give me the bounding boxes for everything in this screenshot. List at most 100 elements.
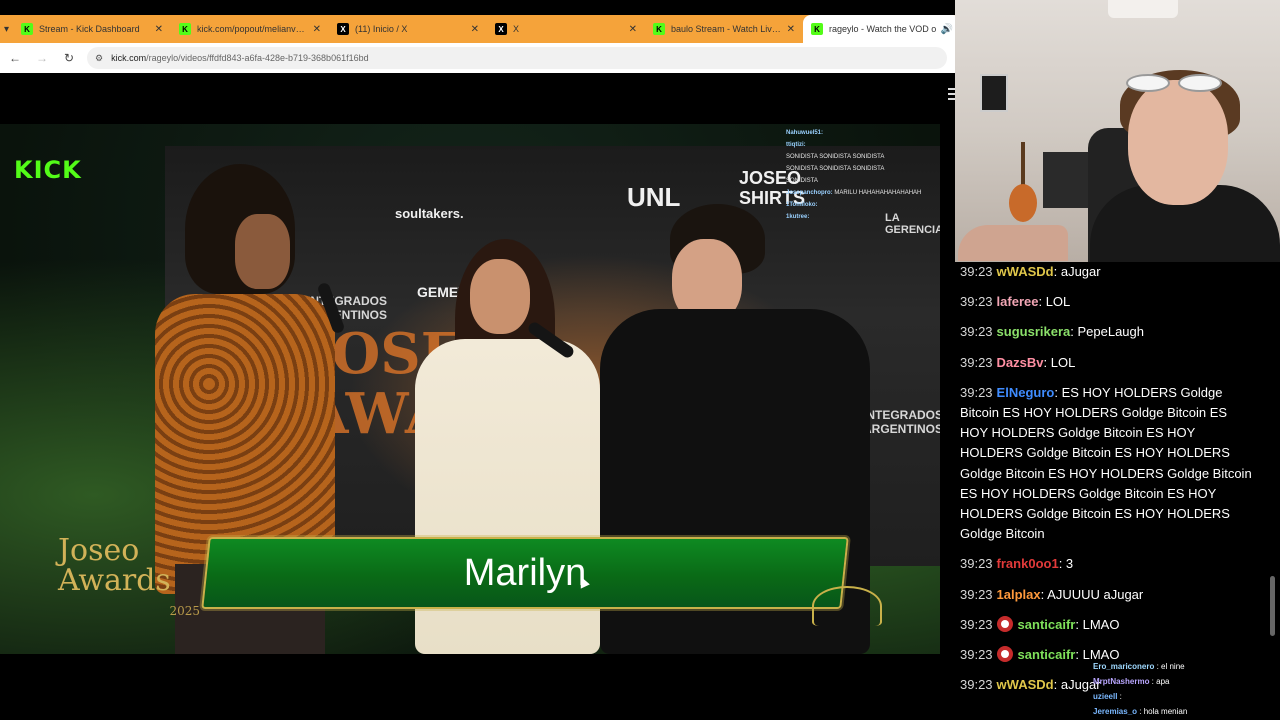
- tab-close-icon[interactable]: ✕: [787, 24, 795, 35]
- sponsor-soultakers: soultakers.: [395, 206, 464, 221]
- video-chat-line: 1Tomiloko:: [786, 199, 926, 211]
- chat-text: 3: [1065, 556, 1074, 572]
- mini-chat-line: Ero_mariconero : el nine: [1093, 662, 1185, 671]
- video-chat-line: SONIDISTA: [786, 175, 926, 187]
- chat-username[interactable]: frank0oo1: [997, 556, 1059, 571]
- joseo-awards-logo: Joseo Awards 2025: [58, 533, 200, 619]
- webcam-guitar: [1007, 142, 1039, 222]
- reload-icon[interactable]: ↻: [57, 46, 81, 70]
- tab-close-icon[interactable]: ✕: [471, 24, 479, 35]
- chat-message: 39:23 laferee: LOL: [960, 294, 1071, 310]
- forward-arrow-icon[interactable]: →: [30, 46, 54, 70]
- back-arrow-icon[interactable]: ←: [3, 46, 27, 70]
- chat-message: 39:23 frank0oo1: 3: [960, 556, 1074, 572]
- sunglasses-icon: [1126, 74, 1226, 92]
- hamburger-menu-icon[interactable]: [948, 88, 955, 102]
- video-chat-line: Nahuwuel51:: [786, 127, 926, 139]
- sponsor-integrados-2: INTEGRADOS ARGENTINOS: [863, 408, 940, 436]
- chat-text: LMAO: [1082, 616, 1120, 632]
- webcam-ceiling-lamp: [1108, 0, 1178, 18]
- address-bar[interactable]: ⚙ kick.com/rageylo/videos/ffdfd843-a6fa-…: [87, 47, 947, 69]
- tab-audio-icon[interactable]: 🔊: [941, 24, 953, 35]
- browser-tab-title: (11) Inicio / X: [355, 24, 408, 34]
- video-chat-user: Josepanchopro:: [786, 190, 833, 196]
- kick-favicon-icon: K: [21, 23, 34, 35]
- chat-message-list: 39:23 wWASDd: aJugar 39:23 laferee: LOL 39:2…: [960, 262, 1255, 705]
- mini-chat-overlay: Ero_mariconero : el nine MrptNashermo : a…: [1093, 659, 1273, 719]
- mini-chat-line: uzieell :: [1093, 692, 1122, 701]
- video-chat-user: 1kutree:: [786, 214, 810, 220]
- gold-ornament-icon: [812, 586, 882, 626]
- browser-tab[interactable]: Kkick.com/popout/melianvalen/c ✕: [171, 15, 329, 43]
- browser-tab[interactable]: K Stream - Kick Dashboard ✕: [13, 15, 171, 43]
- mini-chat-text: hola menian: [1143, 707, 1188, 716]
- browser-tab[interactable]: X X ✕: [487, 15, 645, 43]
- url-path: /rageylo/videos/ffdfd843-a6fa-428e-b719-…: [146, 53, 369, 63]
- chat-timestamp: 39:23: [960, 384, 993, 400]
- chat-username[interactable]: laferee: [997, 294, 1039, 309]
- kick-favicon-icon: K: [653, 23, 666, 35]
- chat-username[interactable]: santicaifr: [1018, 647, 1076, 662]
- chat-message: 39:23 sugusrikera: PepeLaugh: [960, 324, 1144, 340]
- chat-text: LOL: [1045, 294, 1071, 310]
- chat-timestamp: 39:23: [960, 586, 993, 602]
- browser-tab[interactable]: Kbaulo Stream - Watch Live on K ✕: [645, 15, 803, 43]
- mini-chat-text: apa: [1156, 677, 1170, 686]
- x-favicon-icon: X: [337, 23, 350, 35]
- tabs-container: K Stream - Kick Dashboard ✕ Kkick.com/popou…: [13, 15, 962, 43]
- browser-tab[interactable]: X (11) Inicio / X ✕: [329, 15, 487, 43]
- chat-message: 39:23 1alplax: AJUUUU aJugar: [960, 586, 1144, 602]
- kick-favicon-icon: K: [179, 23, 192, 35]
- browser-tab-title: rageylo - Watch the VOD o: [829, 24, 937, 34]
- video-chat-text: SONIDISTA SONIDISTA SONIDISTA: [786, 154, 885, 160]
- mini-chat-line: MrptNashermo : apa: [1093, 677, 1170, 686]
- browser-tab-title: kick.com/popout/melianvalen/c: [197, 24, 309, 34]
- tab-close-icon[interactable]: ✕: [629, 24, 637, 35]
- video-chat-text: SONIDISTA SONIDISTA SONIDISTA: [786, 166, 885, 172]
- mini-chat-user: MrptNashermo: [1093, 677, 1150, 686]
- video-chat-line: Josepanchopro: MARILU HAHAHAHAHAHAHAH: [786, 187, 926, 199]
- mini-chat-user: Ero_mariconero: [1093, 662, 1155, 671]
- browser-tab[interactable]: Krageylo - Watch the VOD o 🔊: [803, 15, 962, 43]
- chat-timestamp: 39:23: [960, 556, 993, 572]
- chat-timestamp: 39:23: [960, 354, 993, 370]
- chat-message: 39:23 santicaifr: LMAO: [960, 615, 1120, 632]
- webcam-streamer: [1080, 70, 1280, 262]
- chat-username[interactable]: 1alplax: [997, 587, 1041, 602]
- video-chat-line: 1kutree:: [786, 211, 926, 223]
- chat-username[interactable]: sugusrikera: [997, 324, 1071, 339]
- video-chat-user: 1Tomiloko:: [786, 202, 818, 208]
- chat-username[interactable]: DazsBv: [997, 355, 1044, 370]
- chat-text: aJugar: [1060, 264, 1101, 279]
- chat-text: LOL: [1050, 354, 1076, 370]
- browser-tab-title: baulo Stream - Watch Live on K: [671, 24, 783, 34]
- chat-text: AJUUUU aJugar: [1047, 586, 1144, 602]
- video-chat-user: ttiqtizi:: [786, 142, 806, 148]
- chat-username[interactable]: santicaifr: [1018, 617, 1076, 632]
- mini-chat-user: uzieell: [1093, 692, 1118, 701]
- chat-timestamp: 39:23: [960, 264, 993, 279]
- chat-timestamp: 39:23: [960, 616, 993, 632]
- video-player[interactable]: soultakers. GEMEYE INTEGRADOS ARGENTINOS…: [0, 124, 940, 654]
- chat-username[interactable]: wWASDd: [997, 264, 1054, 279]
- tab-close-icon[interactable]: ✕: [313, 24, 321, 35]
- video-chat-user: Nahuwuel51:: [786, 130, 824, 136]
- site-settings-icon[interactable]: ⚙: [95, 53, 103, 64]
- browser-toolbar: ← → ↻ ⚙ kick.com/rageylo/videos/ffdfd843…: [0, 43, 955, 73]
- chat-username[interactable]: ElNeguro: [997, 385, 1055, 400]
- tab-close-icon[interactable]: ✕: [155, 24, 163, 35]
- chat-username[interactable]: wWASDd: [997, 677, 1054, 692]
- webcam-wall-poster: [980, 74, 1008, 112]
- chat-message: 39:23 DazsBv: LOL: [960, 354, 1076, 370]
- chat-scrollbar[interactable]: [1270, 576, 1275, 636]
- x-favicon-icon: X: [495, 23, 508, 35]
- chat-panel: 39:23 wWASDd: aJugar 39:23 laferee: LOL 39:2…: [955, 262, 1280, 720]
- browser-tab-title: Stream - Kick Dashboard: [39, 24, 140, 34]
- chat-message: 39:23 wWASDd: aJugar: [960, 264, 1101, 279]
- browser-tab-strip: ▾ K Stream - Kick Dashboard ✕ Kkick.com/pop…: [0, 15, 962, 43]
- kick-favicon-icon: K: [811, 23, 824, 35]
- chat-timestamp: 39:23: [960, 324, 993, 340]
- tab-search-dropdown-icon[interactable]: ▾: [4, 19, 9, 39]
- video-chat-text: MARILU HAHAHAHAHAHAHAH: [834, 190, 922, 196]
- chat-timestamp: 39:23: [960, 647, 993, 663]
